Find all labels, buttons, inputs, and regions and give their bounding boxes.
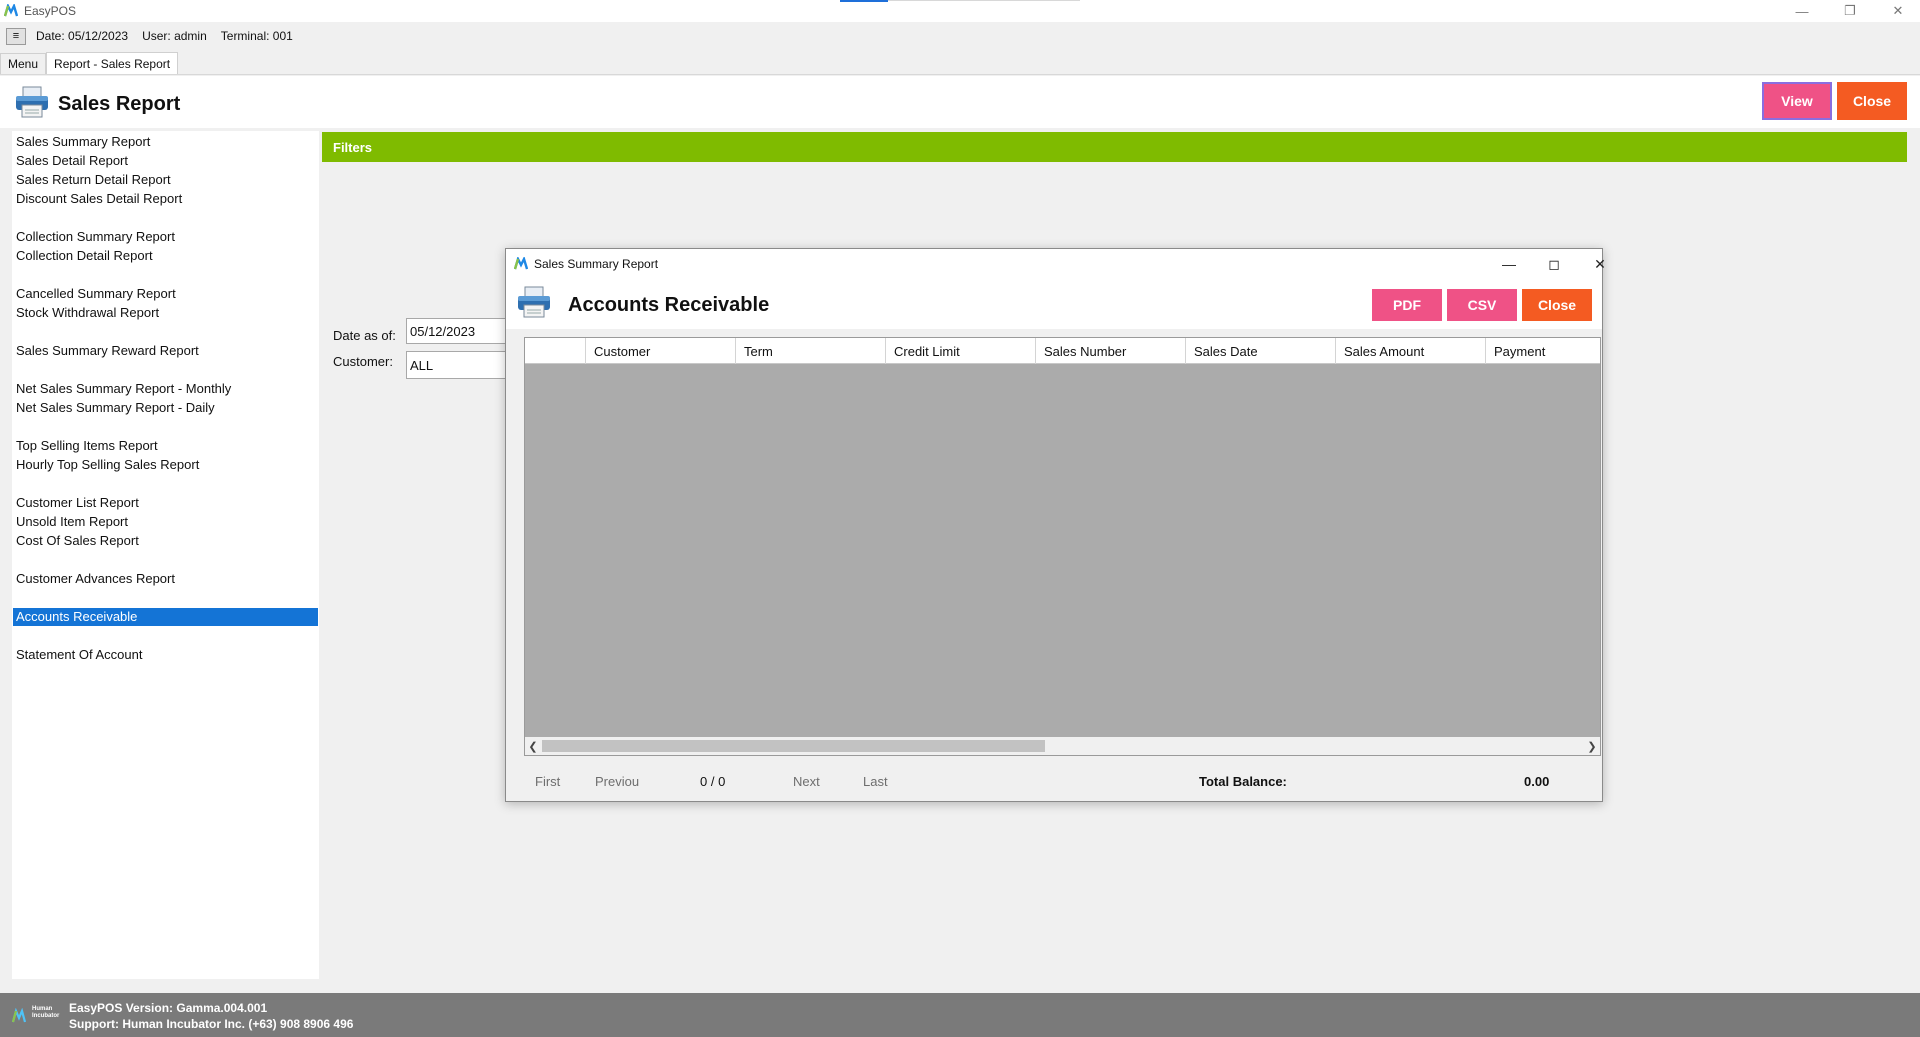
dialog-heading: Accounts Receivable bbox=[568, 294, 770, 316]
report-item-stock-withdrawal[interactable]: Stock Withdrawal Report bbox=[16, 304, 159, 322]
dialog-minimize-icon[interactable]: — bbox=[1489, 249, 1529, 279]
report-item-accounts-receivable[interactable]: Accounts Receivable bbox=[13, 608, 318, 626]
page-header: Sales Report bbox=[0, 76, 1920, 128]
footer-logo-text: Human Incubator bbox=[32, 1006, 60, 1019]
report-item-hourly-top-selling[interactable]: Hourly Top Selling Sales Report bbox=[16, 456, 199, 474]
column-header-row-selector[interactable] bbox=[525, 338, 586, 364]
restore-icon[interactable]: ❐ bbox=[1832, 0, 1868, 22]
pdf-button[interactable]: PDF bbox=[1372, 289, 1442, 321]
report-item-sales-summary[interactable]: Sales Summary Report bbox=[16, 133, 150, 151]
dialog-titlebar: Sales Summary Report — ◻ ✕ bbox=[506, 249, 1606, 279]
column-header-credit-limit[interactable]: Credit Limit bbox=[886, 338, 1036, 364]
printer-icon bbox=[518, 286, 550, 318]
report-item-collection-detail[interactable]: Collection Detail Report bbox=[16, 247, 153, 265]
next-page-button[interactable]: Next bbox=[793, 774, 820, 789]
accounts-receivable-grid[interactable]: Customer Term Credit Limit Sales Number … bbox=[524, 337, 1601, 756]
report-item-sales-summary-reward[interactable]: Sales Summary Reward Report bbox=[16, 342, 199, 360]
previous-page-button[interactable]: Previou bbox=[595, 774, 639, 789]
report-item-net-sales-daily[interactable]: Net Sales Summary Report - Daily bbox=[16, 399, 215, 417]
report-item-collection-summary[interactable]: Collection Summary Report bbox=[16, 228, 175, 246]
version-text: EasyPOS Version: Gamma.004.001 bbox=[69, 1001, 268, 1015]
report-item-top-selling-items[interactable]: Top Selling Items Report bbox=[16, 437, 158, 455]
tab-sales-report[interactable]: Report - Sales Report bbox=[46, 52, 179, 74]
report-item-statement-of-account[interactable]: Statement Of Account bbox=[16, 646, 142, 664]
column-header-payment[interactable]: Payment bbox=[1486, 338, 1600, 364]
csv-button[interactable]: CSV bbox=[1447, 289, 1517, 321]
report-item-sales-return-detail[interactable]: Sales Return Detail Report bbox=[16, 171, 171, 189]
status-footer: Human Incubator EasyPOS Version: Gamma.0… bbox=[0, 993, 1920, 1037]
view-button[interactable]: View bbox=[1762, 82, 1832, 120]
close-window-icon[interactable]: ✕ bbox=[1880, 0, 1916, 22]
dialog-close-button[interactable]: Close bbox=[1522, 289, 1592, 321]
session-user: User: admin bbox=[142, 29, 207, 43]
scroll-right-icon[interactable]: ❯ bbox=[1584, 737, 1600, 755]
menu-toggle-button[interactable]: ≡ bbox=[6, 27, 26, 45]
date-as-of-label: Date as of: bbox=[333, 328, 396, 343]
page-count: 0 / 0 bbox=[700, 774, 726, 789]
report-list: Sales Summary Report Sales Detail Report… bbox=[12, 131, 319, 979]
session-infobar: ≡ Date: 05/12/2023 User: admin Terminal:… bbox=[0, 24, 1920, 48]
taskbar-divider bbox=[888, 0, 1080, 1]
filters-header: Filters bbox=[322, 132, 1907, 162]
grid-pager: First Previou 0 / 0 Next Last Total Bala… bbox=[506, 761, 1602, 801]
report-item-customer-list[interactable]: Customer List Report bbox=[16, 494, 139, 512]
minimize-icon[interactable]: — bbox=[1784, 0, 1820, 22]
app-titlebar: EasyPOS — ❐ ✕ bbox=[0, 0, 1920, 22]
dialog-close-icon[interactable]: ✕ bbox=[1580, 249, 1620, 279]
dialog-maximize-icon[interactable]: ◻ bbox=[1534, 249, 1574, 279]
support-text: Support: Human Incubator Inc. (+63) 908 … bbox=[69, 1017, 354, 1031]
easypos-logo-icon bbox=[4, 4, 18, 17]
column-header-customer[interactable]: Customer bbox=[586, 338, 736, 364]
tab-strip: Menu Report - Sales Report bbox=[0, 52, 1920, 75]
last-page-button[interactable]: Last bbox=[863, 774, 888, 789]
column-header-sales-number[interactable]: Sales Number bbox=[1036, 338, 1186, 364]
tab-menu[interactable]: Menu bbox=[0, 53, 47, 74]
session-terminal: Terminal: 001 bbox=[220, 29, 293, 43]
app-title: EasyPOS bbox=[24, 4, 77, 18]
report-item-net-sales-monthly[interactable]: Net Sales Summary Report - Monthly bbox=[16, 380, 231, 398]
scroll-left-icon[interactable]: ❮ bbox=[525, 737, 541, 755]
report-item-sales-detail[interactable]: Sales Detail Report bbox=[16, 152, 128, 170]
customer-select[interactable]: ALL bbox=[406, 351, 506, 379]
column-header-term[interactable]: Term bbox=[736, 338, 886, 364]
date-as-of-field[interactable]: 05/12/2023 bbox=[406, 318, 506, 344]
report-item-cancelled-summary[interactable]: Cancelled Summary Report bbox=[16, 285, 176, 303]
customer-label: Customer: bbox=[333, 354, 393, 369]
first-page-button[interactable]: First bbox=[535, 774, 560, 789]
total-balance-value: 0.00 bbox=[1524, 774, 1550, 789]
scrollbar-thumb[interactable] bbox=[542, 740, 1045, 752]
dialog-window-title: Sales Summary Report bbox=[534, 257, 659, 271]
report-item-unsold-item[interactable]: Unsold Item Report bbox=[16, 513, 128, 531]
report-item-customer-advances[interactable]: Customer Advances Report bbox=[16, 570, 175, 588]
column-header-sales-date[interactable]: Sales Date bbox=[1186, 338, 1336, 364]
taskbar-accent bbox=[840, 0, 888, 2]
sales-summary-dialog: Sales Summary Report — ◻ ✕ Accounts Rece… bbox=[505, 248, 1606, 802]
grid-header: Customer Term Credit Limit Sales Number … bbox=[525, 338, 1600, 364]
report-item-cost-of-sales[interactable]: Cost Of Sales Report bbox=[16, 532, 139, 550]
easypos-logo-icon bbox=[514, 257, 528, 270]
session-date: Date: 05/12/2023 bbox=[36, 29, 129, 43]
printer-icon bbox=[16, 86, 48, 118]
page-title: Sales Report bbox=[58, 93, 181, 115]
column-header-sales-amount[interactable]: Sales Amount bbox=[1336, 338, 1486, 364]
report-item-discount-sales-detail[interactable]: Discount Sales Detail Report bbox=[16, 190, 182, 208]
total-balance-label: Total Balance: bbox=[1199, 774, 1287, 789]
close-button[interactable]: Close bbox=[1837, 82, 1907, 120]
horizontal-scrollbar[interactable]: ❮ ❯ bbox=[525, 737, 1600, 755]
